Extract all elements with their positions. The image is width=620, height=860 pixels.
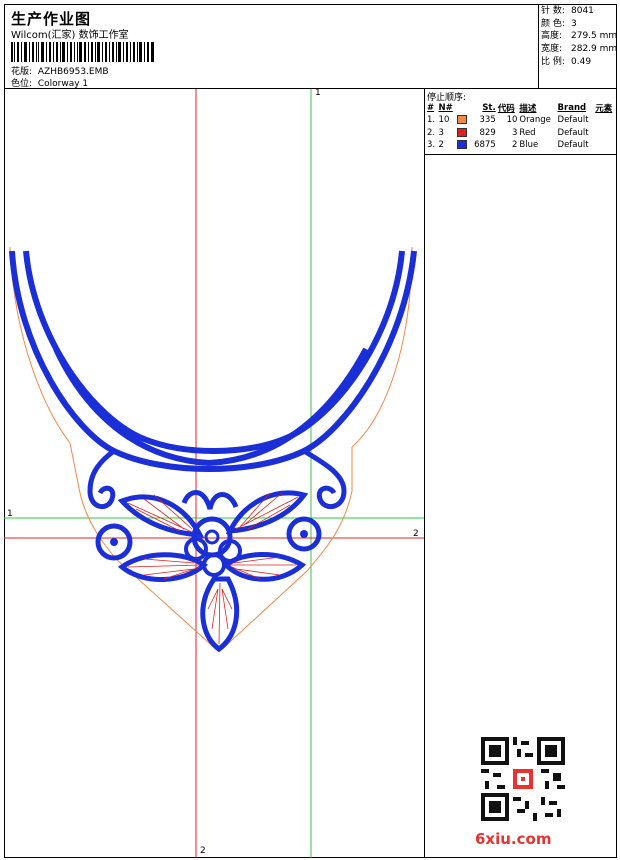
color-swatch-red — [457, 127, 468, 137]
col-header-st: St. — [482, 103, 496, 113]
axis-label-green-horizontal: 1 — [7, 509, 13, 519]
design-canvas: 1 1 2 2 — [4, 89, 425, 858]
table-row: 1. 10 335 10 Orange Default — [427, 115, 589, 126]
axis-label-red-horizontal: 2 — [413, 529, 419, 539]
stop-sequence-table: # N# St. 代码 描述 Brand 元素 1. 10 335 10 Ora… — [426, 102, 616, 152]
studio-name: Wilcom(汇家) 数饰工作室 — [11, 30, 129, 41]
barcode-icon — [11, 42, 154, 62]
table-header-row: # N# St. 代码 描述 Brand 元素 — [426, 102, 616, 114]
color-swatch-orange — [457, 115, 468, 125]
curl-left — [87, 448, 116, 509]
qr-code-icon — [481, 737, 565, 821]
axis-label-green-vertical: 1 — [315, 89, 321, 98]
watermark-brand: 6xiu.com — [475, 830, 552, 848]
table-row: 3. 2 6875 2 Blue Default — [427, 140, 589, 151]
neck-band-middle — [23, 250, 405, 454]
stat-colors: 颜 色: 3 — [541, 18, 577, 29]
stop-sequence-panel: 停止顺序: # N# St. 代码 描述 Brand 元素 1. 10 335 … — [425, 89, 617, 152]
stat-scale: 比 例: 0.49 — [541, 56, 592, 67]
embroidery-design — [4, 89, 424, 858]
col-header-desc: 描述 — [519, 104, 537, 114]
stat-width: 宽度: 282.9 mm — [541, 44, 618, 55]
neck-band-outer — [9, 250, 417, 472]
stat-stitches: 针 数: 8041 — [541, 6, 594, 16]
header-panel: 生产作业图 Wilcom(汇家) 数饰工作室 花版: AZHB6953.EMB … — [4, 4, 539, 89]
curl-right — [302, 448, 347, 509]
stop-sequence-title: 停止顺序: — [427, 93, 467, 103]
leaf-veins — [127, 492, 299, 645]
color-swatch-blue — [457, 140, 468, 150]
colorway-label: 色位: — [11, 79, 33, 89]
col-header-num: # — [427, 103, 435, 113]
side-divider — [425, 154, 617, 155]
stat-height: 高度: 279.5 mm — [541, 31, 618, 42]
col-header-elem: 元素 — [595, 104, 613, 114]
stats-panel: 针 数: 8041 颜 色: 3 高度: 279.5 mm 宽度: 282.9 mm 比… — [539, 4, 617, 89]
col-header-code: 代码 — [497, 104, 515, 114]
colorway-row: 色位: Colorway 1 — [11, 76, 88, 89]
colorway-value: Colorway 1 — [37, 79, 89, 89]
axis-label-red-vertical: 2 — [200, 846, 206, 856]
col-header-n: N# — [438, 103, 453, 113]
table-row: 2. 3 829 3 Red Default — [427, 127, 589, 138]
col-header-brand: Brand — [557, 103, 587, 113]
flower-right — [286, 516, 322, 552]
